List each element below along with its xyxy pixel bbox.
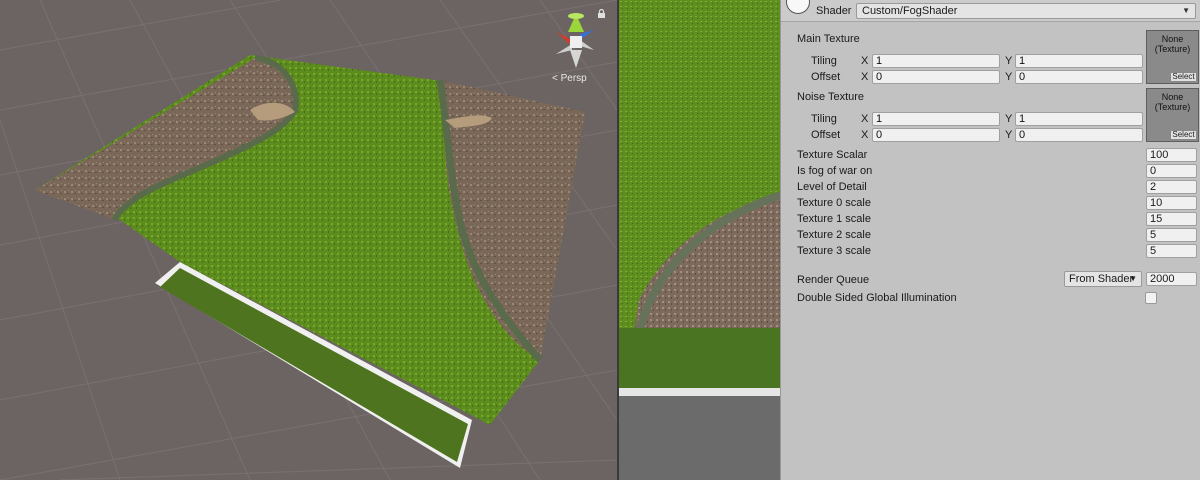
level-of-detail-field[interactable]: 2 (1146, 180, 1197, 194)
main-offset-y-label: Y (1005, 71, 1013, 83)
main-offset-y-field[interactable]: 0 (1015, 70, 1143, 84)
main-tiling-y-field[interactable]: 1 (1015, 54, 1143, 68)
texture-1-scale-field[interactable]: 15 (1146, 212, 1197, 226)
chevron-down-icon: ▼ (1129, 274, 1137, 283)
noise-tiling-x-label: X (861, 113, 869, 125)
main-offset-x-field[interactable]: 0 (872, 70, 1000, 84)
double-sided-gi-label: Double Sided Global Illumination (797, 292, 957, 304)
noise-texture-title: Noise Texture (797, 91, 865, 103)
shader-label: Shader (816, 5, 852, 17)
noise-texture-select-button[interactable]: Select (1170, 130, 1197, 140)
noise-texture-slot-label: None (Texture) (1154, 92, 1191, 112)
shader-header: Shader Custom/FogShader ▼ (781, 0, 1200, 22)
texture-3-scale-field[interactable]: 5 (1146, 244, 1197, 258)
main-offset-x-label: X (861, 71, 869, 83)
noise-offset-x-field[interactable]: 0 (872, 128, 1000, 142)
main-texture-title: Main Texture (797, 33, 860, 45)
noise-offset-x-label: X (861, 129, 869, 141)
material-inspector: Shader Custom/FogShader ▼ Main Texture T… (780, 0, 1200, 480)
property-label: Texture 1 scale (797, 213, 871, 225)
noise-texture-offset-label: Offset (811, 129, 841, 141)
chevron-down-icon: ▼ (1182, 6, 1190, 15)
property-label: Texture 2 scale (797, 229, 871, 241)
render-queue-value-field[interactable]: 2000 (1146, 272, 1197, 286)
main-texture-slot-text: None (Texture) (1147, 34, 1198, 54)
shader-dropdown-value: Custom/FogShader (862, 5, 958, 17)
preview-terrain (619, 0, 780, 480)
noise-texture-slot-text: None (Texture) (1147, 92, 1198, 112)
main-texture-slot[interactable]: None (Texture) Select (1146, 30, 1199, 84)
render-queue-mode: From Shader (1069, 273, 1134, 285)
noise-tiling-y-label: Y (1005, 113, 1013, 125)
property-label: Texture 3 scale (797, 245, 871, 257)
main-texture-offset-label: Offset (811, 71, 841, 83)
main-tiling-x-field[interactable]: 1 (872, 54, 1000, 68)
property-label: Is fog of war on (797, 165, 873, 177)
fog-of-war-field[interactable]: 0 (1146, 164, 1197, 178)
main-tiling-x-label: X (861, 55, 869, 67)
noise-texture-tiling-label: Tiling (811, 113, 837, 125)
noise-texture-slot[interactable]: None (Texture) Select (1146, 88, 1199, 142)
scene-view[interactable]: < Persp (0, 0, 617, 480)
lock-icon[interactable] (597, 9, 606, 18)
texture-0-scale-field[interactable]: 10 (1146, 196, 1197, 210)
main-texture-slot-label: None (Texture) (1154, 34, 1191, 54)
main-texture-tiling-label: Tiling (811, 55, 837, 67)
projection-toggle[interactable]: < Persp (552, 73, 587, 84)
noise-tiling-y-field[interactable]: 1 (1015, 112, 1143, 126)
orientation-gizmo-icon[interactable] (548, 10, 604, 72)
texture-scalar-field[interactable]: 100 (1146, 148, 1197, 162)
noise-tiling-x-field[interactable]: 1 (872, 112, 1000, 126)
material-preview-ball-icon (786, 0, 810, 14)
material-preview-panel (617, 0, 780, 480)
scene-grid (0, 0, 617, 480)
shader-dropdown[interactable]: Custom/FogShader ▼ (856, 3, 1196, 19)
main-tiling-y-label: Y (1005, 55, 1013, 67)
property-label: Level of Detail (797, 181, 867, 193)
double-sided-gi-checkbox[interactable] (1145, 292, 1157, 304)
property-label: Texture 0 scale (797, 197, 871, 209)
render-queue-dropdown[interactable]: From Shader ▼ (1064, 271, 1142, 287)
noise-offset-y-label: Y (1005, 129, 1013, 141)
property-label: Texture Scalar (797, 149, 868, 161)
texture-2-scale-field[interactable]: 5 (1146, 228, 1197, 242)
noise-offset-y-field[interactable]: 0 (1015, 128, 1143, 142)
main-texture-select-button[interactable]: Select (1170, 72, 1197, 82)
render-queue-label: Render Queue (797, 274, 870, 286)
